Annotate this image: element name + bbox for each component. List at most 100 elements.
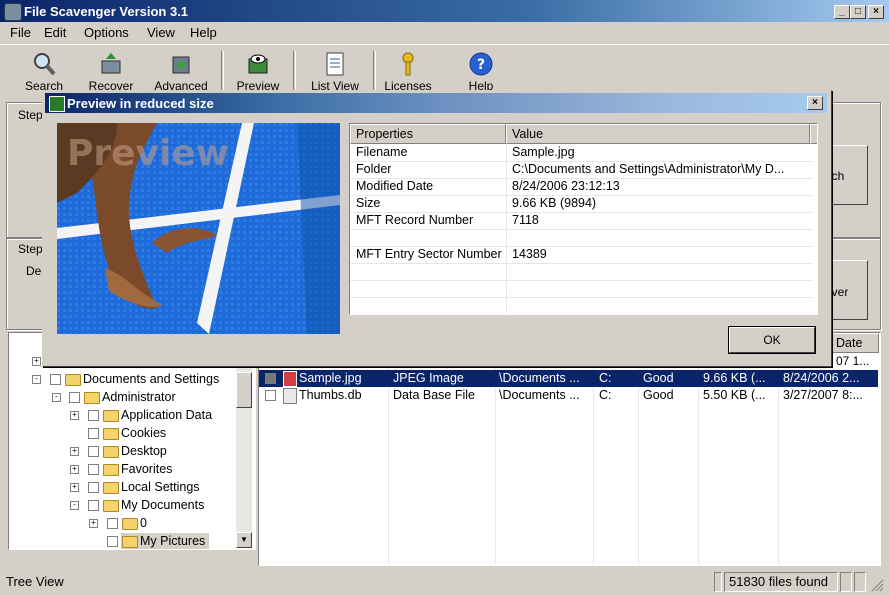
tree-item[interactable]: - Administrator — [9, 389, 249, 407]
property-row[interactable] — [350, 263, 812, 281]
cell-name: Thumbs.db — [299, 388, 362, 402]
help-icon: ? — [468, 51, 494, 77]
column-header-properties[interactable]: Properties — [350, 124, 506, 144]
app-icon — [4, 3, 22, 21]
tree-plus-icon[interactable]: + — [32, 357, 41, 366]
menu-edit[interactable]: Edit — [44, 25, 66, 40]
licenses-button[interactable]: Licenses — [378, 49, 438, 95]
preview-dialog: Preview in reduced size × Preview Proper… — [42, 90, 832, 367]
tree-item[interactable]: + Local Settings — [9, 479, 249, 497]
tree-checkbox[interactable] — [88, 464, 99, 475]
step1-label: Step — [18, 108, 43, 122]
property-row[interactable]: Filename Sample.jpg — [350, 144, 812, 162]
property-row[interactable]: MFT Record Number 7118 — [350, 212, 812, 230]
toolbar-separator — [293, 51, 296, 91]
column-header-value[interactable]: Value — [506, 124, 810, 144]
svg-text:?: ? — [477, 57, 485, 73]
menu-help[interactable]: Help — [190, 25, 217, 40]
tree-checkbox[interactable] — [88, 410, 99, 421]
folder-icon — [65, 374, 81, 386]
tree-plus-icon[interactable]: + — [70, 411, 79, 420]
tree-item[interactable]: - Documents and Settings — [9, 371, 249, 389]
db-file-icon — [283, 388, 297, 404]
resize-grip-icon[interactable] — [868, 576, 884, 592]
tree-plus-icon[interactable]: + — [70, 447, 79, 456]
property-row[interactable]: Modified Date 8/24/2006 23:12:13 — [350, 178, 812, 196]
step2-destination-label: De — [26, 264, 42, 278]
tree-plus-icon[interactable]: + — [89, 519, 98, 528]
menu-file[interactable]: File — [10, 25, 31, 40]
menu-view[interactable]: View — [147, 25, 175, 40]
minimize-button[interactable]: _ — [834, 5, 850, 19]
property-row[interactable] — [350, 229, 812, 247]
tree-minus-icon[interactable]: - — [32, 375, 41, 384]
tree-item[interactable]: Cookies — [9, 425, 249, 443]
tree-item[interactable]: - My Documents — [9, 497, 249, 515]
property-row[interactable]: MFT Entry Sector Number 14389 — [350, 246, 812, 264]
dialog-titlebar: Preview in reduced size × — [45, 93, 827, 113]
table-row[interactable]: Sample.jpg JPEG Image \Documents ... C: … — [259, 370, 878, 387]
folder-icon — [103, 464, 119, 476]
folder-icon — [122, 518, 138, 530]
folder-icon — [103, 410, 119, 422]
tree-plus-icon[interactable]: + — [70, 465, 79, 474]
maximize-button[interactable]: □ — [850, 5, 866, 19]
cell-size: 5.50 KB (... — [703, 388, 766, 402]
property-row[interactable]: Folder C:\Documents and Settings\Administ… — [350, 161, 812, 179]
tree-label: Desktop — [121, 444, 167, 458]
tree-label: Documents and Settings — [83, 372, 220, 386]
tree-item[interactable]: My Pictures — [9, 533, 249, 549]
row-checkbox[interactable] — [265, 373, 276, 384]
jpeg-file-icon — [283, 371, 297, 387]
advanced-button[interactable]: Advanced — [148, 49, 214, 95]
ok-button[interactable]: OK — [728, 326, 816, 354]
property-row[interactable]: Size 9.66 KB (9894) — [350, 195, 812, 213]
menu-options[interactable]: Options — [84, 25, 129, 40]
toolbar-separator — [221, 51, 224, 91]
column-divider — [495, 333, 496, 565]
row-checkbox[interactable] — [265, 390, 276, 401]
list-view-button[interactable]: List View — [304, 49, 366, 95]
close-button[interactable]: × — [868, 5, 884, 19]
key-icon — [395, 51, 421, 77]
tree-checkbox[interactable] — [107, 518, 118, 529]
tree-checkbox[interactable] — [50, 374, 61, 385]
tree-minus-icon[interactable]: - — [70, 501, 79, 510]
cell-drive: C: — [599, 371, 612, 385]
recover-button[interactable]: Recover — [82, 49, 140, 95]
preview-button[interactable]: Preview — [230, 49, 286, 95]
tree-minus-icon[interactable]: - — [52, 393, 61, 402]
property-row[interactable] — [350, 297, 812, 314]
column-header-date[interactable]: Date — [831, 333, 879, 353]
column-divider — [638, 333, 639, 565]
table-row[interactable]: Thumbs.db Data Base File \Documents ... … — [259, 387, 878, 404]
tree-checkbox[interactable] — [88, 446, 99, 457]
tree-label: 0 — [140, 516, 147, 530]
scroll-thumb[interactable] — [236, 372, 252, 408]
tree-checkbox[interactable] — [107, 536, 118, 547]
tree-label: Local Settings — [121, 480, 200, 494]
help-button[interactable]: ? Help — [458, 49, 504, 95]
dialog-close-button[interactable]: × — [807, 96, 823, 110]
properties-table[interactable]: Properties Value Filename Sample.jpg Fold… — [349, 123, 818, 315]
tree-checkbox[interactable] — [88, 482, 99, 493]
tree-item[interactable]: + 0 — [9, 515, 249, 533]
folder-icon — [84, 392, 100, 404]
app-title: File Scavenger Version 3.1 — [24, 4, 189, 19]
tree-item[interactable]: + Favorites — [9, 461, 249, 479]
search-button[interactable]: Search — [18, 49, 70, 95]
cell-type: JPEG Image — [393, 371, 464, 385]
tree-checkbox[interactable] — [69, 392, 80, 403]
tree-checkbox[interactable] — [88, 428, 99, 439]
tree-item[interactable]: + Desktop — [9, 443, 249, 461]
scroll-down-button[interactable]: ▼ — [236, 532, 252, 548]
cell-folder: \Documents ... — [499, 371, 580, 385]
preview-watermark: Preview — [67, 133, 229, 174]
file-list[interactable]: Date 07 1... Sample.jpg JPEG Image \Docu… — [258, 332, 881, 566]
tree-item[interactable]: + Application Data — [9, 407, 249, 425]
property-row[interactable] — [350, 280, 812, 298]
tree-plus-icon[interactable]: + — [70, 483, 79, 492]
cell-state: Good — [643, 371, 674, 385]
folder-icon — [103, 500, 119, 512]
tree-checkbox[interactable] — [88, 500, 99, 511]
